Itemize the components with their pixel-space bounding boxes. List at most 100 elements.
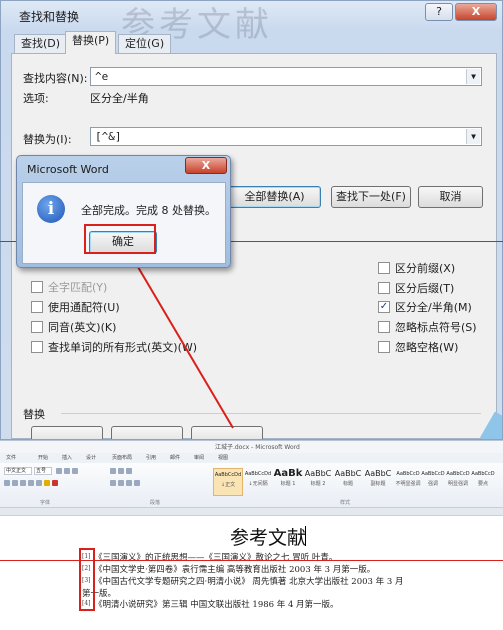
ribbon-tab[interactable]: 审阅 [194, 454, 204, 461]
special-button[interactable] [111, 426, 183, 439]
font-name-select[interactable]: 中文正文 [4, 467, 32, 475]
ribbon-tab[interactable]: 视图 [218, 454, 228, 461]
align-center-icon[interactable] [118, 480, 124, 486]
checkbox-match-width[interactable]: ✓ 区分全/半角(M) [378, 299, 472, 315]
checkbox-match-prefix[interactable]: 区分前缀(X) [378, 260, 455, 276]
word-window: 江城子.docx - Microsoft Word 文件 开始 插入 设计 页面… [0, 440, 503, 630]
style-name: 副标题 [370, 481, 386, 487]
style-sample: AaBbC [364, 469, 392, 478]
strikethrough-icon[interactable] [28, 480, 34, 486]
ribbon-tab[interactable]: 开始 [38, 454, 48, 461]
ribbon-tab[interactable]: 邮件 [170, 454, 180, 461]
checkbox-label: 忽略标点符号(S) [395, 321, 477, 334]
underline-icon[interactable] [20, 480, 26, 486]
style-sample: AaBbCcDd [214, 472, 242, 478]
replace-all-button[interactable]: 全部替换(A) [228, 186, 321, 208]
style-name: ↓无间隔 [248, 481, 268, 487]
checkbox-box[interactable] [31, 301, 43, 313]
document-heading: 参考文献 [230, 527, 307, 549]
checkbox-box[interactable] [378, 262, 390, 274]
checkbox-label: 查找单词的所有形式(英文)(W) [48, 341, 198, 354]
italic-icon[interactable] [12, 480, 18, 486]
close-button[interactable]: X [455, 3, 497, 21]
highlight-icon[interactable] [44, 480, 50, 486]
clear-format-icon[interactable] [72, 468, 78, 474]
find-what-input[interactable]: ^e ▼ [90, 67, 482, 86]
replace-with-label: 替换为(I): [23, 133, 72, 146]
ribbon-tabs: 文件 开始 插入 设计 页面布局 引用 邮件 审阅 视图 [0, 453, 503, 463]
checkbox-use-wildcards[interactable]: 使用通配符(U) [31, 299, 120, 315]
checkbox-all-word-forms[interactable]: 查找单词的所有形式(英文)(W) [31, 339, 197, 355]
checkbox-ignore-punctuation[interactable]: 忽略标点符号(S) [378, 319, 477, 335]
checkbox-ignore-whitespace[interactable]: 忽略空格(W) [378, 339, 458, 355]
message-box-close-button[interactable]: X [185, 157, 227, 174]
checkbox-box[interactable] [378, 282, 390, 294]
reference-line: 《中国文学史·第四卷》袁行霈主编 高等教育出版社 2003 年 3 月第一版。 [94, 565, 376, 575]
multilevel-list-icon[interactable] [126, 468, 132, 474]
style-strong[interactable]: AaBbCcD 要点 [468, 468, 498, 496]
ribbon: 中文正文 五号 AaBbCcDd ↓正文 AaBbCcDd ↓无间隔 AaBk … [0, 463, 503, 508]
word-title-bar: 江城子.docx - Microsoft Word [0, 441, 503, 453]
replace-with-dropdown-icon[interactable]: ▼ [466, 129, 480, 144]
style-name: 标题 1 [280, 481, 296, 487]
checkbox-box[interactable] [378, 321, 390, 333]
style-name: 标题 [342, 481, 353, 487]
find-next-button[interactable]: 查找下一处(F) [331, 186, 411, 208]
subscript-icon[interactable] [36, 480, 42, 486]
ribbon-tab[interactable]: 引用 [146, 454, 156, 461]
style-subtitle[interactable]: AaBbC 副标题 [363, 468, 393, 496]
style-name: 要点 [477, 481, 488, 487]
numbering-icon[interactable] [118, 468, 124, 474]
tab-replace[interactable]: 替换(P) [65, 31, 117, 54]
tab-goto[interactable]: 定位(G) [118, 34, 172, 54]
bullets-icon[interactable] [110, 468, 116, 474]
replace-section-label: 替换 [23, 408, 45, 421]
style-sample: AaBk [273, 468, 303, 479]
checkbox-box[interactable] [378, 341, 390, 353]
find-what-dropdown-icon[interactable]: ▼ [466, 69, 480, 84]
checkbox-box[interactable] [31, 341, 43, 353]
dialog-title: 查找和替换 [19, 10, 80, 24]
checkbox-box[interactable] [31, 321, 43, 333]
style-heading-2[interactable]: AaBbC 标题 2 [303, 468, 333, 496]
checkbox-label: 同音(英文)(K) [48, 321, 117, 334]
style-title[interactable]: AaBbC 标题 [333, 468, 363, 496]
tab-find[interactable]: 查找(D) [14, 34, 68, 54]
checkbox-label: 使用通配符(U) [48, 301, 120, 314]
grow-font-icon[interactable] [56, 468, 62, 474]
checkbox-box[interactable] [31, 281, 43, 293]
checkbox-label: 区分前缀(X) [395, 262, 456, 275]
checkbox-sounds-like[interactable]: 同音(英文)(K) [31, 319, 116, 335]
bold-icon[interactable] [4, 480, 10, 486]
options-value: 区分全/半角 [90, 92, 149, 105]
align-left-icon[interactable] [110, 480, 116, 486]
style-no-spacing[interactable]: AaBbCcDd ↓无间隔 [243, 468, 273, 496]
ribbon-tab[interactable]: 文件 [6, 454, 16, 461]
checkbox-label: 区分全/半角(M) [395, 301, 472, 314]
ribbon-tab[interactable]: 页面布局 [112, 454, 132, 461]
info-icon: i [37, 195, 65, 223]
checkbox-match-whole-word[interactable]: 全字匹配(Y) [31, 279, 107, 295]
font-size-select[interactable]: 五号 [34, 467, 52, 475]
checkbox-label: 全字匹配(Y) [48, 281, 108, 294]
ruler [0, 508, 503, 516]
shrink-font-icon[interactable] [64, 468, 70, 474]
style-sample: AaBbC [334, 469, 362, 478]
ribbon-tab[interactable]: 插入 [62, 454, 72, 461]
justify-icon[interactable] [134, 480, 140, 486]
checkbox-match-suffix[interactable]: 区分后缀(T) [378, 280, 454, 296]
format-button[interactable] [31, 426, 103, 439]
replace-with-input[interactable]: [^&] ▼ [90, 127, 482, 146]
checkmark-icon[interactable]: ✓ [378, 301, 390, 313]
font-color-icon[interactable] [52, 480, 58, 486]
find-what-value: ^e [95, 70, 109, 83]
ribbon-tab[interactable]: 设计 [86, 454, 96, 461]
style-heading-1[interactable]: AaBk 标题 1 [273, 468, 303, 496]
help-button[interactable]: ? [425, 3, 453, 21]
section-divider [61, 413, 481, 414]
no-formatting-button[interactable] [191, 426, 263, 439]
style-normal[interactable]: AaBbCcDd ↓正文 [213, 468, 243, 496]
style-sample: AaBbCcD [471, 471, 495, 477]
align-right-icon[interactable] [126, 480, 132, 486]
cancel-button[interactable]: 取消 [418, 186, 483, 208]
